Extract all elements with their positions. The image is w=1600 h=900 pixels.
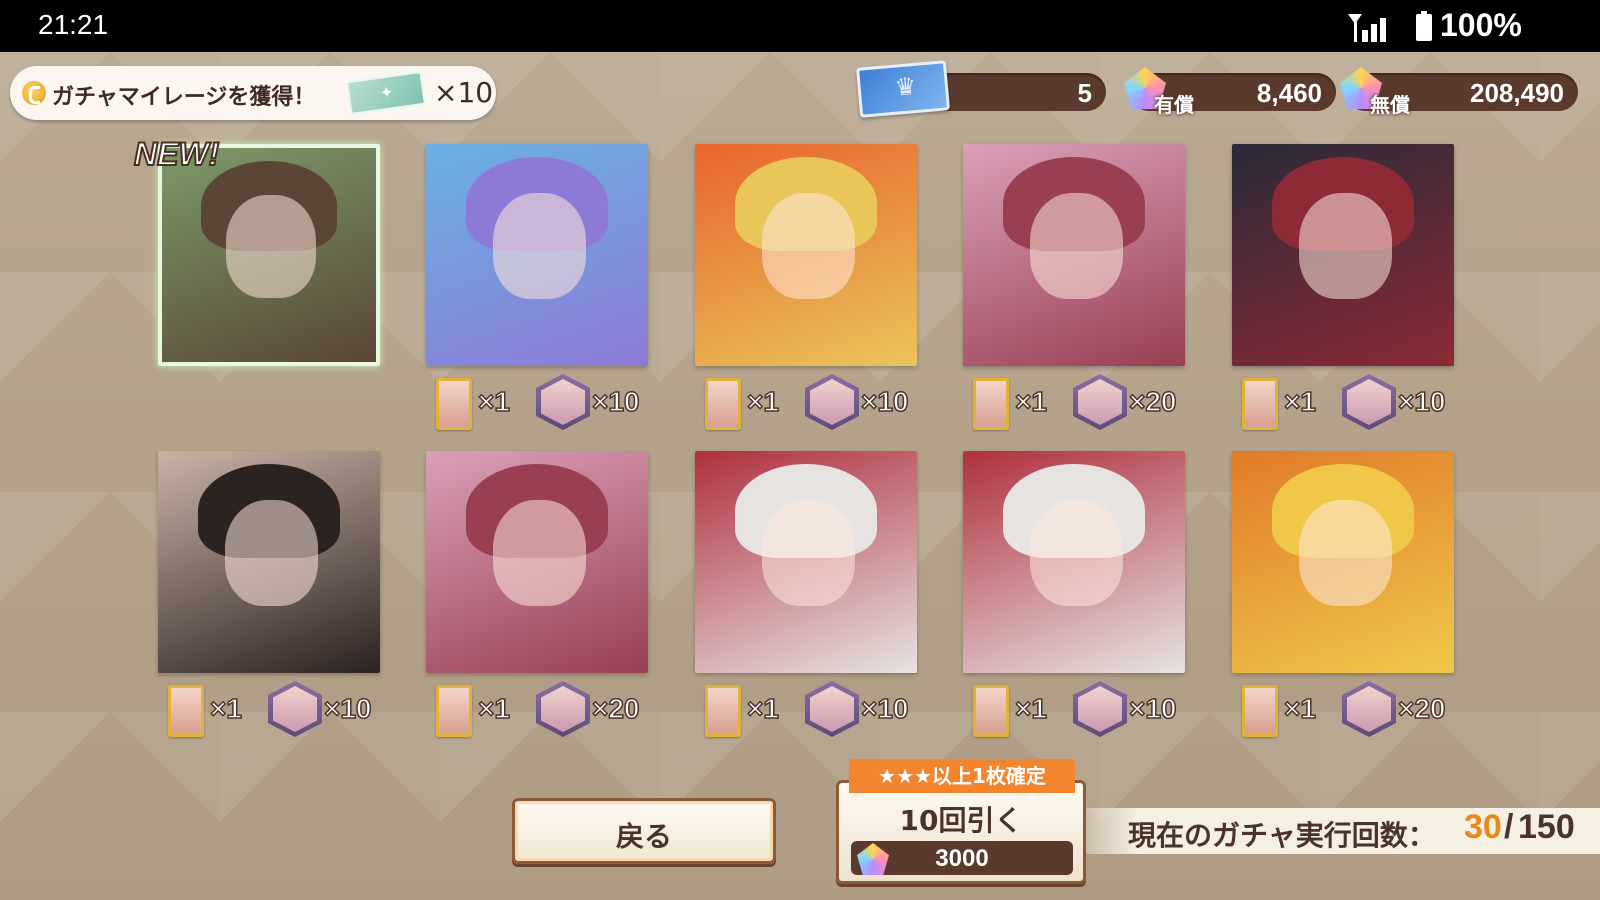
new-badge: NEW!: [133, 135, 220, 173]
piece-quantity: ×1: [1283, 385, 1316, 418]
shard-quantity: ×20: [1128, 385, 1177, 418]
gacha-mileage-banner[interactable]: ガチャマイレージを獲得！ ×10: [10, 66, 496, 120]
result-card[interactable]: [158, 451, 380, 673]
gacha-ticket-icon: [855, 60, 951, 118]
gacha-count-separator: /: [1504, 808, 1514, 846]
pull-cost: 3000: [851, 841, 1073, 875]
free-gem-counter[interactable]: 無償 208,490: [1340, 67, 1578, 117]
guarantee-banner: ★★★以上1枚確定: [849, 759, 1075, 793]
pull-10-label: 10回引く: [899, 804, 1023, 837]
character-piece-icon: [436, 378, 472, 430]
character-piece-icon: [973, 685, 1009, 737]
free-gem-value: 208,490: [1470, 78, 1564, 108]
paid-gem-counter[interactable]: 有償 8,460: [1124, 67, 1336, 117]
shard-quantity: ×20: [1397, 692, 1446, 725]
character-shard-icon: [1342, 681, 1396, 737]
character-art: [465, 157, 609, 251]
character-shard-icon: [268, 681, 322, 737]
character-piece-icon: [436, 685, 472, 737]
character-piece-icon: [705, 378, 741, 430]
piece-quantity: ×1: [477, 385, 510, 418]
piece-quantity: ×1: [477, 692, 510, 725]
character-shard-icon: [536, 374, 590, 430]
card-rewards: ×1 ×10: [705, 681, 925, 741]
shard-quantity: ×20: [591, 692, 640, 725]
pull-10-button[interactable]: ★★★以上1枚確定 10回引く 3000: [836, 759, 1086, 884]
status-time: 21:21: [38, 9, 109, 40]
status-bar: 21:21 100%: [0, 0, 1600, 52]
result-card[interactable]: [1232, 144, 1454, 366]
signal-icon: [1348, 14, 1386, 42]
character-art: [1271, 464, 1415, 558]
card-rewards: ×1 ×20: [436, 681, 656, 741]
result-card[interactable]: [426, 144, 648, 366]
battery-icon: [1416, 11, 1432, 41]
back-button-label: 戻る: [615, 820, 672, 853]
battery-percent: 100%: [1440, 7, 1522, 43]
card-rewards: ×1 ×10: [168, 681, 388, 741]
character-piece-icon: [973, 378, 1009, 430]
gacha-count-current: 30: [1464, 808, 1502, 846]
shard-quantity: ×10: [1128, 692, 1177, 725]
free-gem-tag: 無償: [1370, 93, 1410, 117]
shard-quantity: ×10: [860, 385, 909, 418]
back-button[interactable]: 戻る: [512, 798, 776, 864]
character-art: [1271, 157, 1415, 251]
gacha-count-max: 150: [1518, 808, 1575, 846]
character-piece-icon: [705, 685, 741, 737]
result-card[interactable]: [695, 144, 917, 366]
character-art: [734, 464, 878, 558]
character-shard-icon: [805, 374, 859, 430]
card-rewards: ×1 ×10: [1242, 374, 1462, 434]
card-rewards: ×1 ×10: [705, 374, 925, 434]
character-shard-icon: [1342, 374, 1396, 430]
result-card[interactable]: [963, 144, 1185, 366]
mileage-count: ×10: [434, 76, 494, 109]
character-art: [197, 464, 341, 558]
character-shard-icon: [1073, 374, 1127, 430]
character-art: [200, 160, 338, 251]
card-rewards: ×1 ×20: [1242, 681, 1462, 741]
piece-quantity: ×1: [209, 692, 242, 725]
character-art: [1002, 157, 1146, 251]
character-shard-icon: [536, 681, 590, 737]
gacha-count-label: 現在のガチャ実行回数：: [1128, 819, 1436, 852]
result-card[interactable]: [963, 451, 1185, 673]
character-piece-icon: [1242, 685, 1278, 737]
ticket-count: 5: [1077, 78, 1092, 108]
card-rewards: ×1 ×20: [973, 374, 1193, 434]
character-shard-icon: [805, 681, 859, 737]
character-art: [734, 157, 878, 251]
character-piece-icon: [168, 685, 204, 737]
result-card[interactable]: [158, 144, 380, 366]
shard-quantity: ×10: [323, 692, 372, 725]
mileage-text: ガチャマイレージを獲得！: [52, 85, 316, 110]
piece-quantity: ×1: [1014, 385, 1047, 418]
character-shard-icon: [1073, 681, 1127, 737]
result-card[interactable]: [1232, 451, 1454, 673]
shard-quantity: ×10: [860, 692, 909, 725]
pull-cost-value: 3000: [935, 845, 989, 872]
result-card[interactable]: [426, 451, 648, 673]
piece-quantity: ×1: [746, 692, 779, 725]
piece-quantity: ×1: [1014, 692, 1047, 725]
piece-quantity: ×1: [746, 385, 779, 418]
paid-gem-tag: 有償: [1154, 93, 1194, 117]
paid-gem-value: 8,460: [1256, 78, 1322, 108]
card-rewards: ×1 ×10: [436, 374, 656, 434]
shard-quantity: ×10: [591, 385, 640, 418]
mileage-coin-icon: [22, 81, 46, 105]
card-rewards: ×1 ×10: [973, 681, 1193, 741]
gacha-execution-count: 現在のガチャ実行回数： 30 / 150: [1086, 808, 1600, 854]
mileage-ticket-icon: [346, 70, 426, 116]
piece-quantity: ×1: [1283, 692, 1316, 725]
character-art: [1002, 464, 1146, 558]
character-piece-icon: [1242, 378, 1278, 430]
shard-quantity: ×10: [1397, 385, 1446, 418]
result-card[interactable]: [695, 451, 917, 673]
character-art: [465, 464, 609, 558]
